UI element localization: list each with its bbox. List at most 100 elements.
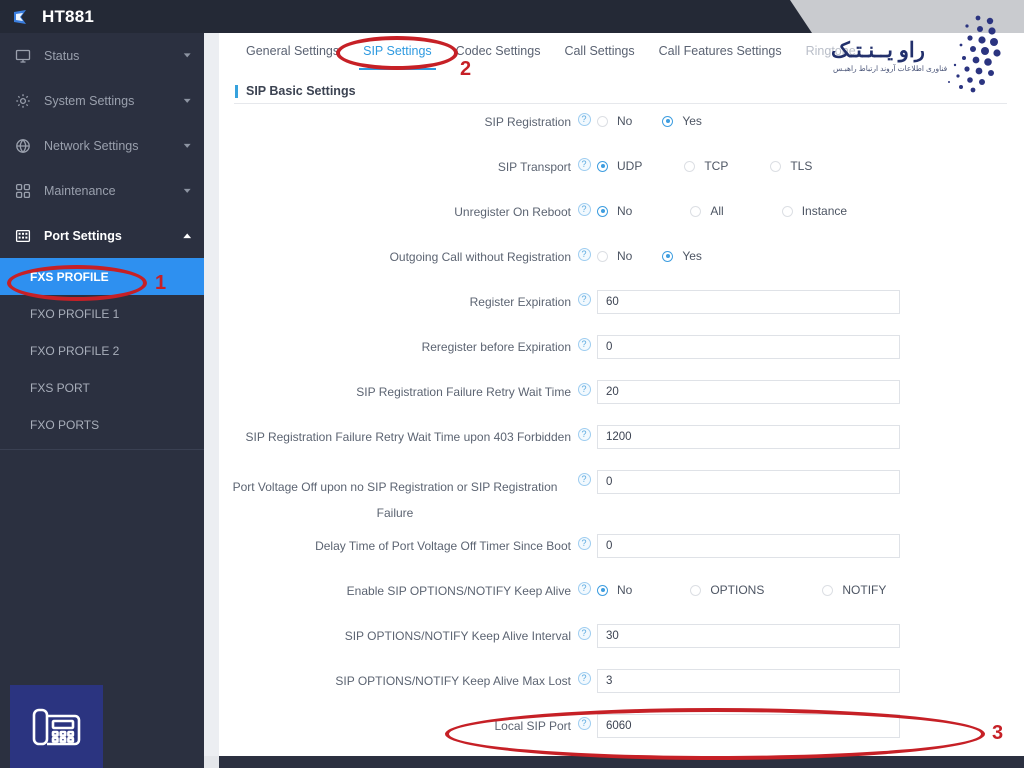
field-label: Delay Time of Port Voltage Off Timer Sin… bbox=[315, 539, 571, 553]
tab-ringtone[interactable]: Ringtone bbox=[794, 33, 868, 70]
field-control: No OPTIONS NOTIFY bbox=[597, 577, 1007, 597]
tab-label: Call Features Settings bbox=[658, 44, 782, 58]
radio-option-no[interactable]: No bbox=[597, 114, 632, 128]
help-icon[interactable]: ? bbox=[577, 383, 591, 396]
radio-label: No bbox=[617, 204, 633, 218]
radio-label: OPTIONS bbox=[710, 583, 765, 597]
field-help: ? bbox=[571, 378, 597, 396]
field-row-unregister-on-reboot: Unregister On Reboot ? No All Instance bbox=[219, 198, 1007, 243]
help-icon[interactable]: ? bbox=[577, 582, 591, 595]
radio-option-notify[interactable]: NOTIFY bbox=[822, 583, 886, 597]
tab-sip-settings[interactable]: SIP Settings bbox=[351, 33, 444, 70]
ports-icon bbox=[14, 227, 32, 245]
field-row-port-voltage-off: Port Voltage Off upon no SIP Registratio… bbox=[219, 468, 1007, 532]
field-row-reregister-before-expiration: Reregister before Expiration ? bbox=[219, 333, 1007, 378]
help-icon[interactable]: ? bbox=[577, 473, 591, 486]
field-label: SIP Transport bbox=[497, 160, 571, 174]
field-help: ? bbox=[571, 667, 597, 685]
tab-label: Call Settings bbox=[564, 44, 635, 58]
tab-call-settings[interactable]: Call Settings bbox=[552, 33, 646, 70]
sidebar-item-port-settings[interactable]: Port Settings ▴ bbox=[0, 213, 204, 258]
help-icon[interactable]: ? bbox=[577, 338, 591, 351]
radio-label: TLS bbox=[790, 159, 813, 173]
sidebar-item-fxs-profile[interactable]: FXS PROFILE bbox=[0, 258, 204, 295]
field-row-sip-transport: SIP Transport ? UDP TCP TLS bbox=[219, 153, 1007, 198]
tab-codec-settings[interactable]: Codec Settings bbox=[444, 33, 553, 70]
sidebar-item-status[interactable]: Status ▾ bbox=[0, 33, 204, 78]
sidebar-subitem-label: FXS PORT bbox=[30, 380, 90, 395]
globe-icon bbox=[14, 137, 32, 155]
sidebar-item-fxo-ports[interactable]: FXO PORTS bbox=[0, 406, 204, 443]
sidebar-sub-items: FXS PROFILE FXO PROFILE 1 FXO PROFILE 2 … bbox=[0, 258, 204, 450]
radio-label: No bbox=[617, 583, 633, 597]
help-icon[interactable]: ? bbox=[577, 248, 591, 261]
sidebar-item-maintenance[interactable]: Maintenance ▾ bbox=[0, 168, 204, 213]
radio-option-options[interactable]: OPTIONS bbox=[690, 583, 764, 597]
field-help: ? bbox=[571, 243, 597, 261]
help-icon[interactable]: ? bbox=[577, 293, 591, 306]
reregister-before-expiration-input[interactable] bbox=[597, 335, 900, 359]
field-label: SIP Registration bbox=[484, 115, 572, 129]
radio-option-tcp[interactable]: TCP bbox=[684, 159, 728, 173]
radio-option-udp[interactable]: UDP bbox=[597, 159, 642, 173]
help-icon[interactable]: ? bbox=[577, 428, 591, 441]
help-icon[interactable]: ? bbox=[577, 158, 591, 171]
sip-settings-form: SIP Registration ? No Yes SIP Transport … bbox=[219, 98, 1007, 756]
chevron-up-icon: ▴ bbox=[184, 230, 192, 240]
radio-option-no[interactable]: No bbox=[597, 204, 632, 218]
tab-call-features-settings[interactable]: Call Features Settings bbox=[647, 33, 794, 70]
retry-wait-time-403-input[interactable] bbox=[597, 425, 900, 449]
sidebar-item-fxo-profile-2[interactable]: FXO PROFILE 2 bbox=[0, 332, 204, 369]
keep-alive-max-lost-input[interactable] bbox=[597, 669, 900, 693]
field-label: Port Voltage Off upon no SIP Registratio… bbox=[232, 480, 558, 520]
delay-time-port-voltage-off-input[interactable] bbox=[597, 534, 900, 558]
section-title: SIP Basic Settings bbox=[246, 84, 356, 98]
field-label: SIP Registration Failure Retry Wait Time bbox=[356, 385, 571, 399]
register-expiration-input[interactable] bbox=[597, 290, 900, 314]
local-sip-port-input[interactable] bbox=[597, 714, 900, 738]
sidebar-item-fxo-profile-1[interactable]: FXO PROFILE 1 bbox=[0, 295, 204, 332]
help-icon[interactable]: ? bbox=[577, 537, 591, 550]
field-row-retry-wait-time-403: SIP Registration Failure Retry Wait Time… bbox=[219, 423, 1007, 468]
tab-general-settings[interactable]: General Settings bbox=[234, 33, 351, 70]
help-icon[interactable]: ? bbox=[577, 113, 591, 126]
field-label: SIP OPTIONS/NOTIFY Keep Alive Max Lost bbox=[335, 674, 571, 688]
radio-option-yes[interactable]: Yes bbox=[662, 249, 702, 263]
field-row-retry-wait-time: SIP Registration Failure Retry Wait Time… bbox=[219, 378, 1007, 423]
chevron-down-icon: ▾ bbox=[184, 50, 192, 60]
radio-label: NOTIFY bbox=[842, 583, 887, 597]
radio-group-outgoing-call-without-registration: No Yes bbox=[597, 245, 1007, 263]
sidebar-item-label: System Settings bbox=[44, 93, 135, 108]
radio-dot bbox=[597, 115, 608, 127]
radio-option-all[interactable]: All bbox=[690, 204, 724, 218]
sidebar-item-system-settings[interactable]: System Settings ▾ bbox=[0, 78, 204, 123]
help-icon[interactable]: ? bbox=[577, 203, 591, 216]
field-help: ? bbox=[571, 532, 597, 550]
tab-label: Ringtone bbox=[805, 44, 856, 58]
help-icon[interactable]: ? bbox=[577, 672, 591, 685]
radio-label: No bbox=[617, 114, 633, 128]
field-label: Local SIP Port bbox=[494, 719, 572, 733]
field-label: SIP Registration Failure Retry Wait Time… bbox=[245, 430, 572, 444]
sidebar-item-label: Network Settings bbox=[44, 138, 139, 153]
help-icon[interactable]: ? bbox=[577, 627, 591, 640]
radio-option-no[interactable]: No bbox=[597, 249, 632, 263]
radio-dot bbox=[597, 250, 608, 262]
radio-dot bbox=[770, 160, 782, 172]
radio-option-tls[interactable]: TLS bbox=[770, 159, 812, 173]
help-icon[interactable]: ? bbox=[577, 717, 591, 730]
retry-wait-time-input[interactable] bbox=[597, 380, 900, 404]
chevron-down-icon: ▾ bbox=[184, 185, 192, 195]
sidebar-item-fxs-port[interactable]: FXS PORT bbox=[0, 369, 204, 406]
radio-option-no[interactable]: No bbox=[597, 583, 632, 597]
radio-option-yes[interactable]: Yes bbox=[662, 114, 702, 128]
radio-dot bbox=[662, 115, 674, 127]
sidebar-item-label: Status bbox=[44, 48, 80, 63]
settings-tabs: General Settings SIP Settings Codec Sett… bbox=[219, 33, 1007, 70]
radio-option-instance[interactable]: Instance bbox=[781, 204, 847, 218]
keep-alive-interval-input[interactable] bbox=[597, 624, 900, 648]
port-voltage-off-input[interactable] bbox=[597, 470, 900, 494]
field-label: SIP OPTIONS/NOTIFY Keep Alive Interval bbox=[344, 629, 571, 643]
field-control: No Yes bbox=[597, 243, 1007, 263]
sidebar-item-network-settings[interactable]: Network Settings ▾ bbox=[0, 123, 204, 168]
